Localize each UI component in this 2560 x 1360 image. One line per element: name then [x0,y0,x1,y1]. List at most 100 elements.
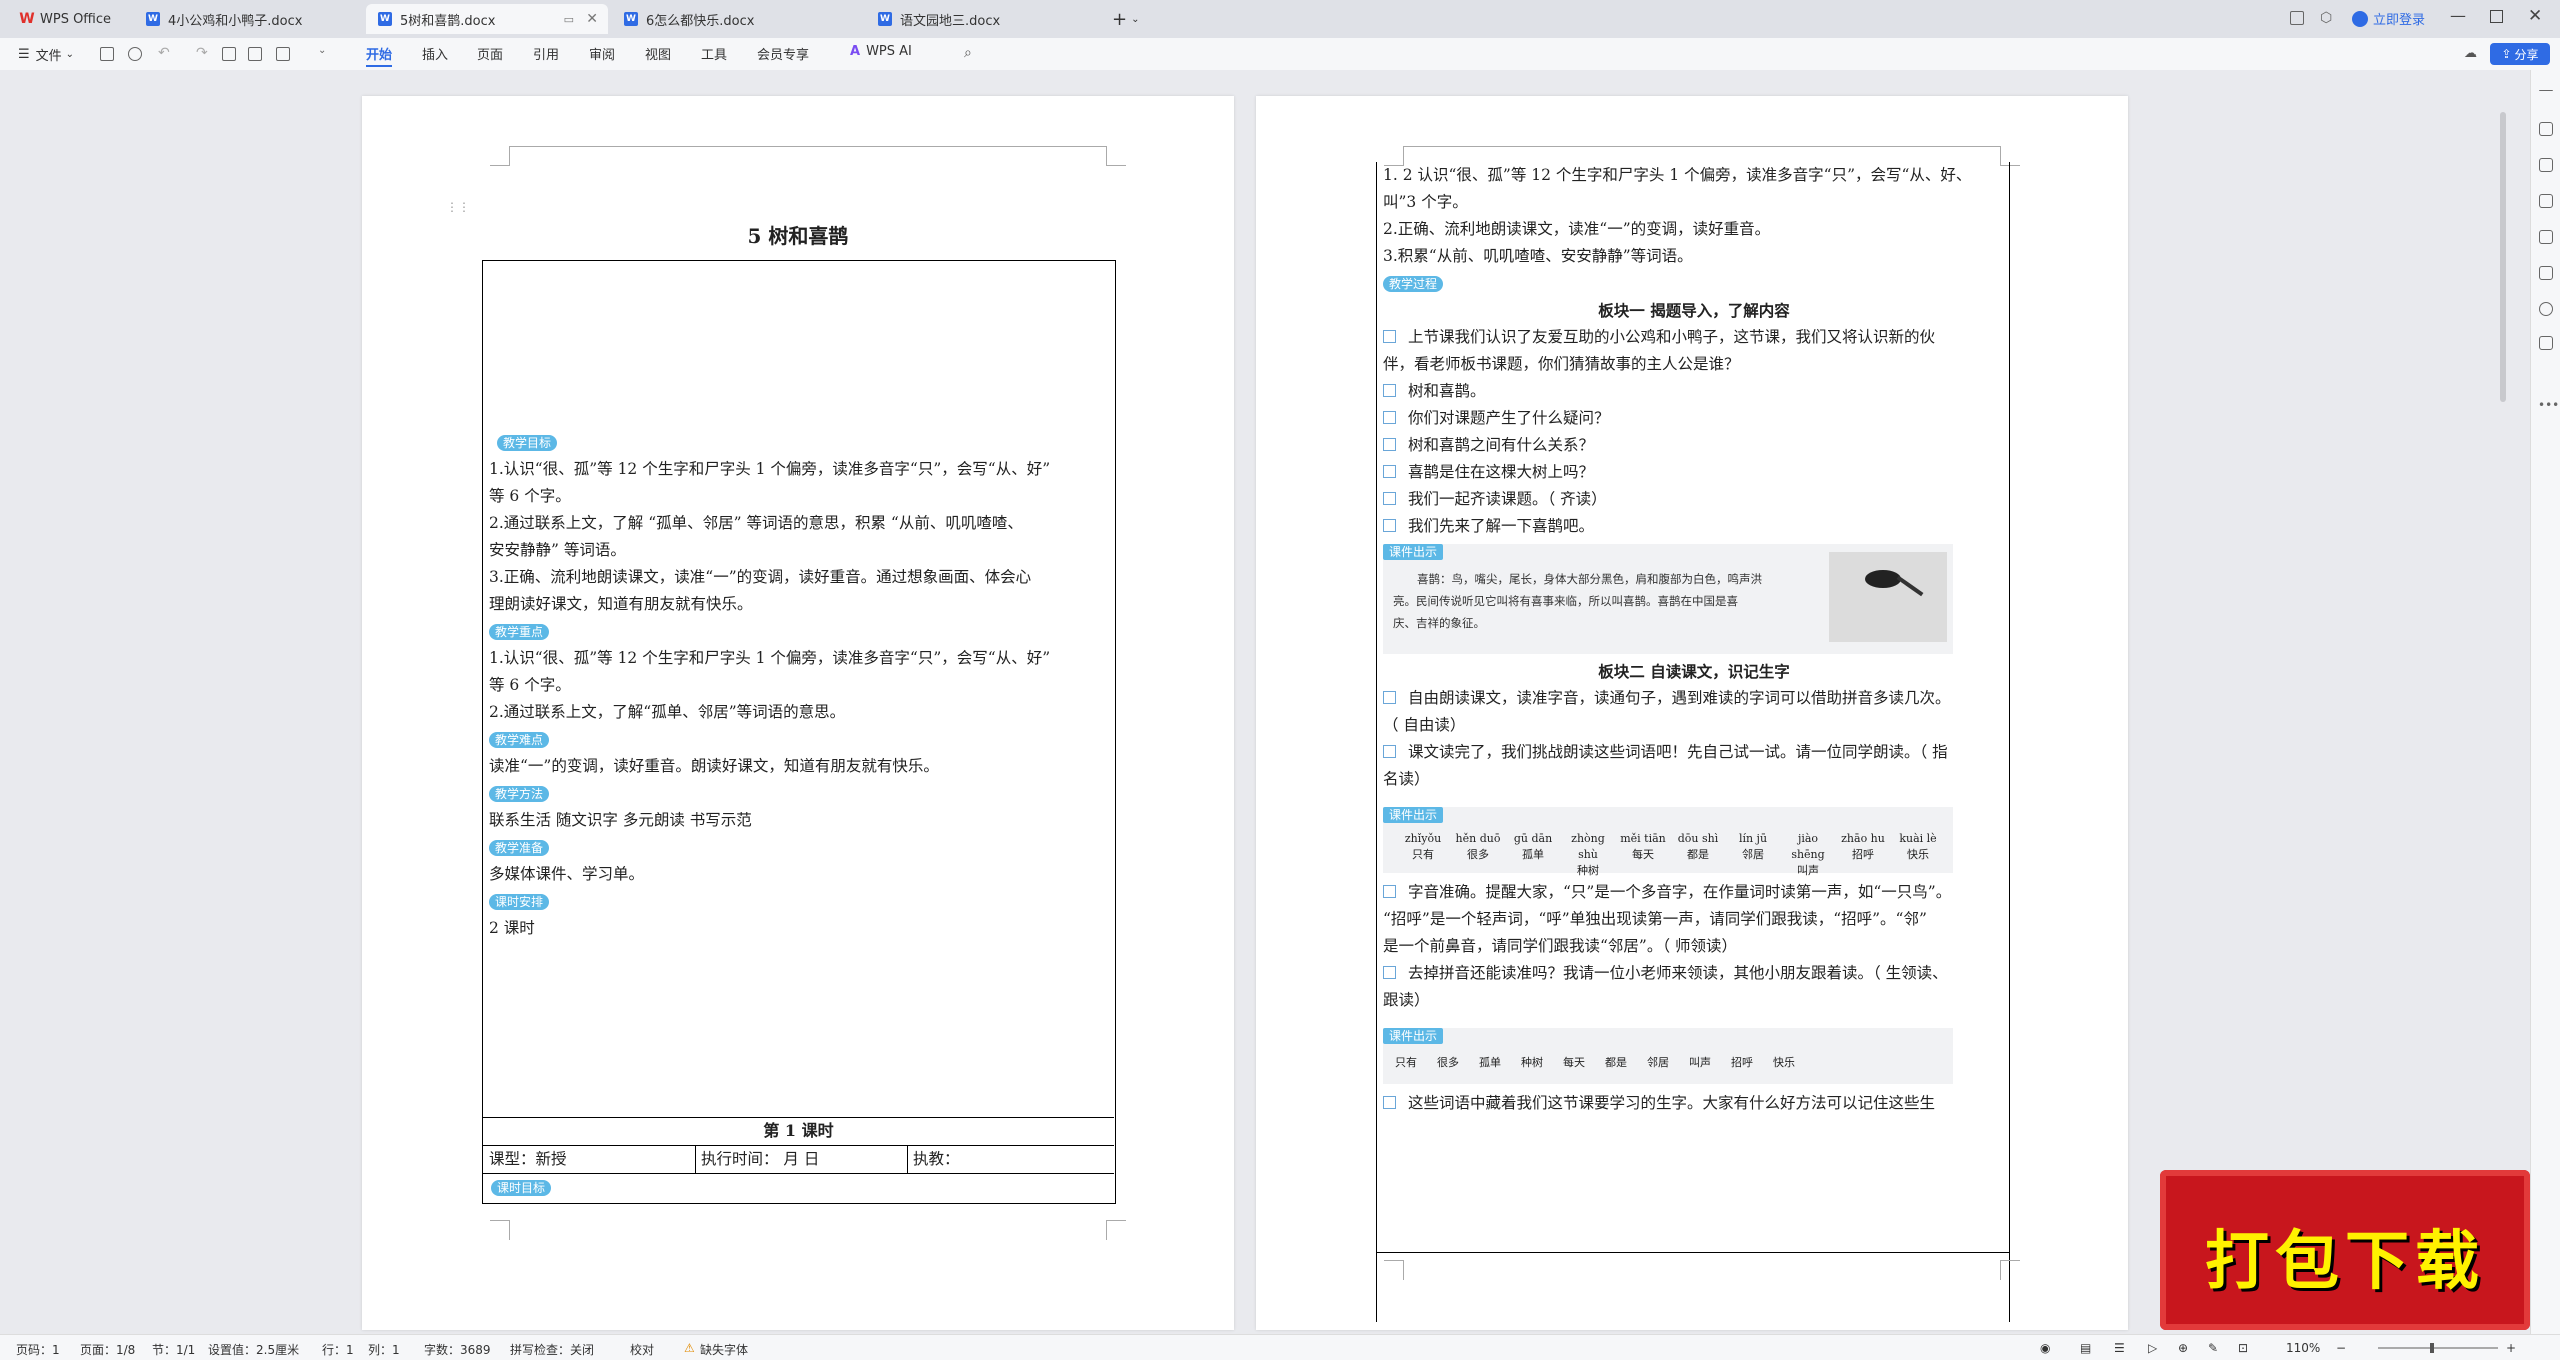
restore-icon[interactable] [2490,10,2503,23]
close-window-icon[interactable]: ✕ [2528,6,2542,26]
zoom-in-icon[interactable]: + [2506,1341,2516,1355]
outline-view-icon[interactable]: ☰ [2114,1341,2125,1355]
menu-tools[interactable]: 工具 [701,44,727,63]
picture-icon[interactable] [276,47,290,61]
help-icon[interactable] [2539,302,2553,316]
menu-references[interactable]: 引用 [533,44,559,63]
file-menu-button[interactable]: ☰ 文件 ⌄ [18,38,74,70]
callout-line: 亮。民间传说听见它叫将有喜事来临，所以叫喜鹊。喜鹊在中国是喜 [1393,594,1738,608]
status-missing-font[interactable]: 缺失字体 [700,1341,748,1358]
tag-slide: 课件出示 [1383,1028,1444,1044]
word-item: 只有 [1395,1056,1417,1069]
collapse-icon[interactable] [2539,90,2553,92]
fit-icon[interactable]: ⊡ [2238,1341,2248,1355]
eye-icon[interactable]: ◉ [2040,1341,2050,1355]
pinyin-text: měi tiān [1620,832,1666,845]
menu-page[interactable]: 页面 [477,44,503,63]
edit-pen-icon[interactable]: ✎ [2208,1341,2218,1355]
play-icon[interactable]: ▷ [2148,1341,2157,1355]
magpie-image [1829,552,1947,642]
status-spellcheck[interactable]: 拼写检查：关闭 [510,1341,594,1358]
section-heading-2: 板块二 自读课文，识记生字 [1598,662,1790,681]
undo-icon[interactable]: ↶ [158,45,170,61]
status-page[interactable]: 页码：1 [16,1341,60,1358]
save-icon[interactable] [100,47,114,61]
word-doc-icon: W [878,12,892,26]
menu-home[interactable]: 开始 [366,44,393,67]
download-banner[interactable]: 打包下载 [2160,1170,2530,1330]
status-setting[interactable]: 设置值：2.5厘米 [208,1341,299,1358]
teacher-icon [1383,1096,1396,1109]
lesson-type: 课型：新授 [489,1150,567,1168]
status-proof[interactable]: 校对 [630,1341,654,1358]
menu-insert[interactable]: 插入 [422,44,448,63]
tab-doc-5[interactable]: W 5树和喜鹊.docx ▭ ✕ [366,4,608,34]
image-icon[interactable] [248,47,262,61]
page-view-icon[interactable]: ▤ [2080,1341,2091,1355]
para-line: 字音准确。提醒大家，“只”是一个多音字，在作量词时读第一声，如“一只鸟”。 [1408,883,1952,901]
para-line: 这些词语中藏着我们这节课要学习的生字。大家有什么好方法可以记住这些生 [1408,1094,1936,1112]
tab-label: 6怎么都快乐.docx [646,13,755,29]
key-line: 2.通过联系上文，了解“孤单、邻居”等词语的意思。 [489,703,846,721]
print-preview-icon[interactable] [222,47,236,61]
tag-slide: 课件出示 [1383,807,1444,823]
pinyin-word: zhāo hu 招呼 [1835,831,1891,863]
status-col[interactable]: 列：1 [368,1341,400,1358]
minimize-icon[interactable]: — [2450,6,2466,25]
chevron-down-icon[interactable]: ⌄ [318,45,326,56]
tab-doc-4[interactable]: W 4小公鸡和小鸭子.docx [134,4,364,34]
tab-label: 5树和喜鹊.docx [400,13,496,29]
para-line: 是一个前鼻音，请同学们跟我读“邻居”。（ 师领读） [1383,937,1738,955]
menu-member[interactable]: 会员专享 [757,44,809,63]
search-doc-icon[interactable] [128,47,142,61]
brush-icon[interactable] [2539,230,2553,244]
share-button[interactable]: ⇪ 分享 [2490,43,2550,65]
vertical-scrollbar[interactable] [2500,112,2506,402]
menu-view[interactable]: 视图 [645,44,671,63]
menu-review[interactable]: 审阅 [589,44,615,63]
goal-line: 2.正确、流利地朗读课文，读准“一”的变调，读好重音。 [1383,220,1771,238]
zoom-level[interactable]: 110% [2286,1341,2320,1355]
more-icon[interactable]: ••• [2538,398,2559,412]
window-mode-icon[interactable] [2290,11,2304,25]
cursor-icon[interactable] [2539,158,2553,172]
pen-icon[interactable] [2539,122,2553,136]
tab-doc-6[interactable]: W 6怎么都快乐.docx [612,4,832,34]
monitor-icon[interactable]: ▭ [564,13,574,26]
settings-slider-icon[interactable] [2539,194,2553,208]
status-pages[interactable]: 页面：1/8 [80,1341,135,1358]
zoom-slider-thumb[interactable] [2430,1343,2434,1353]
close-icon[interactable]: ✕ [586,11,598,27]
search-icon[interactable]: ⌕ [964,45,972,61]
dialogue-line: 树和喜鹊。 [1408,382,1486,400]
ai-label: WPS AI [866,44,912,59]
info-row: 课型：新授 执行时间： 月 日 执教： [483,1145,1114,1174]
hanzi-text: 都是 [1687,848,1709,861]
drag-handle-icon[interactable]: ⋮⋮ [446,200,470,214]
status-section[interactable]: 节：1/1 [152,1341,195,1358]
web-view-icon[interactable]: ⊕ [2178,1341,2188,1355]
wps-ai-button[interactable]: A WPS AI [850,44,912,59]
goal-line: 理朗读好课文，知道有朋友就有快乐。 [489,595,753,613]
hanzi-text: 孤单 [1522,848,1544,861]
new-tab-button[interactable]: + ⌄ [1100,4,1140,34]
zoom-slider[interactable] [2378,1343,2498,1353]
status-word-count[interactable]: 字数：3689 [424,1341,491,1358]
login-button[interactable]: 立即登录 [2352,9,2425,28]
status-row[interactable]: 行：1 [322,1341,354,1358]
compass-icon[interactable] [2539,336,2553,350]
goal-line: 安安静静” 等词语。 [489,541,626,559]
cloud-icon[interactable]: ☁ [2464,46,2477,61]
dialogue-line: 树和喜鹊之间有什么关系？ [1408,436,1595,454]
ai-logo-icon: A [850,44,861,59]
redo-icon[interactable]: ↷ [196,45,208,61]
tab-wps-home[interactable]: W WPS Office [8,4,134,34]
tab-doc-yuwen[interactable]: W 语文园地三.docx [866,4,1086,34]
words-callout: 课件出示 只有 很多 孤单 种树 每天 都是 邻居 叫声 招呼 快乐 [1383,1028,1953,1084]
callout-text: 喜鹊：鸟，嘴尖，尾长，身体大部分黑色，肩和腹部为白色，鸣声洪 亮。民间传说听见它… [1393,568,1762,634]
zoom-out-icon[interactable]: − [2336,1341,2346,1355]
tag-teaching-goals: 教学目标 [497,435,558,451]
cube-icon[interactable]: ⬡ [2320,10,2332,26]
chevron-down-icon[interactable]: ⌄ [1131,14,1139,25]
tools-icon[interactable] [2539,266,2553,280]
